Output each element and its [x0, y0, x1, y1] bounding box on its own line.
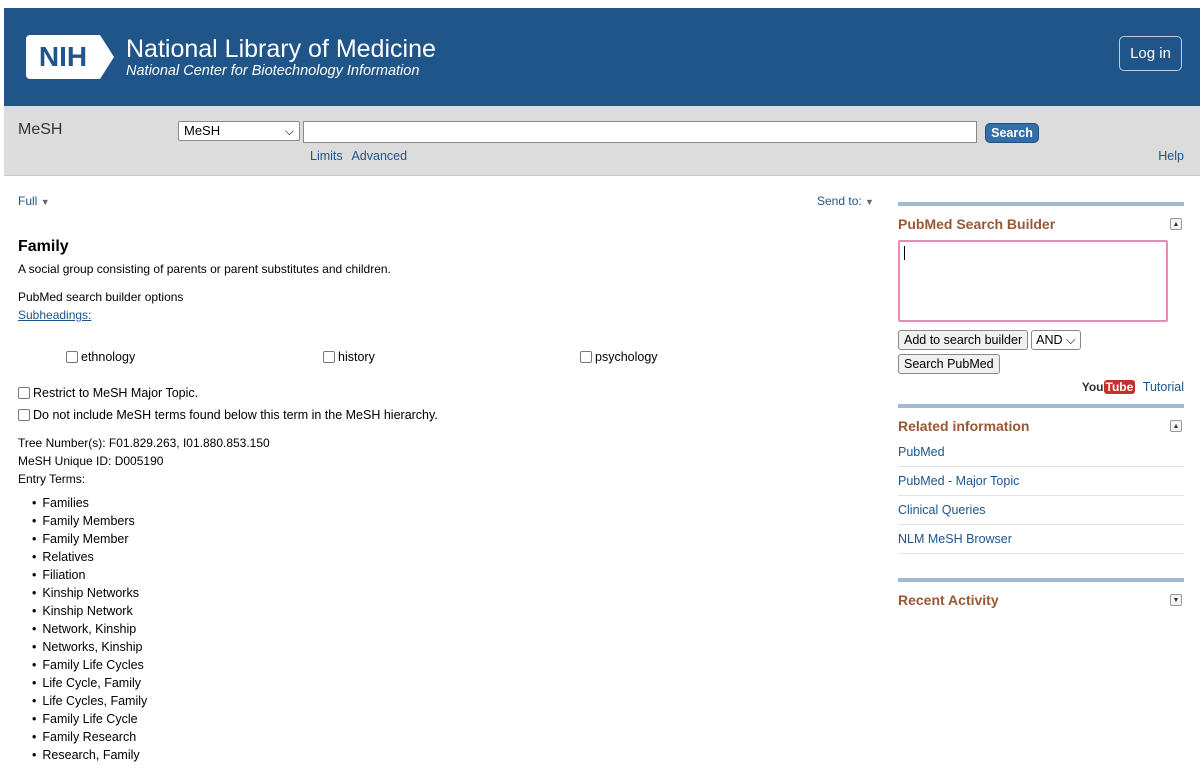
- related-link-major-topic[interactable]: PubMed - Major Topic: [898, 467, 1184, 496]
- search-bar: MeSH MeSH ⌵ Search Limits Advanced Help: [4, 106, 1200, 176]
- youtube-tutorial[interactable]: You Tube Tutorial: [898, 380, 1184, 394]
- site-subtitle: National Center for Biotechnology Inform…: [126, 62, 420, 79]
- restrict-major-option[interactable]: Restrict to MeSH Major Topic.: [18, 384, 878, 402]
- database-select[interactable]: MeSH ⌵: [178, 121, 300, 141]
- expand-icon[interactable]: ▼: [1170, 594, 1182, 606]
- mesh-record: Family A social group consisting of pare…: [18, 238, 878, 764]
- triangle-down-icon: ▼: [40, 197, 50, 207]
- collapse-icon[interactable]: ▲: [1170, 420, 1182, 432]
- page-shell: NIH National Library of Medicine Nationa…: [4, 8, 1200, 773]
- search-links: Limits Advanced: [310, 149, 413, 163]
- chevron-down-icon: ⌵: [1066, 333, 1076, 347]
- database-label: MeSH: [18, 121, 63, 138]
- checkbox[interactable]: [580, 351, 592, 363]
- list-item: Family Members: [32, 512, 878, 530]
- site-title: National Library of Medicine: [126, 34, 436, 63]
- list-item: Family Member: [32, 530, 878, 548]
- list-item: Life Cycles, Family: [32, 692, 878, 710]
- sidebar: PubMed Search Builder ▲ Add to search bu…: [898, 202, 1184, 612]
- format-dropdown[interactable]: Full ▼: [18, 194, 50, 208]
- search-pubmed-button[interactable]: Search PubMed: [898, 354, 1000, 374]
- list-item: Kinship Networks: [32, 584, 878, 602]
- recent-title: Recent Activity: [898, 592, 999, 608]
- nih-logo-arrow: [100, 35, 114, 79]
- builder-title: PubMed Search Builder: [898, 216, 1056, 232]
- triangle-down-icon: ▼: [865, 197, 874, 207]
- login-button[interactable]: Log in: [1119, 36, 1182, 71]
- list-item: Networks, Kinship: [32, 638, 878, 656]
- database-select-value: MeSH: [184, 123, 221, 138]
- related-link-clinical-queries[interactable]: Clinical Queries: [898, 496, 1184, 525]
- nih-logo-box: NIH: [26, 35, 100, 79]
- format-label: Full: [18, 194, 38, 208]
- scope-note: A social group consisting of parents or …: [18, 262, 391, 276]
- tutorial-link[interactable]: Tutorial: [1143, 380, 1184, 394]
- search-button[interactable]: Search: [985, 123, 1039, 143]
- search-builder-textarea[interactable]: [898, 240, 1168, 322]
- subheading-label: ethnology: [81, 350, 136, 364]
- send-to-label: Send to:: [817, 194, 862, 208]
- subheadings-link[interactable]: Subheadings:: [18, 306, 878, 324]
- list-item: Family Research: [32, 728, 878, 746]
- collapse-icon[interactable]: ▲: [1170, 218, 1182, 230]
- youtube-logo-tube: Tube: [1103, 380, 1136, 394]
- no-explode-checkbox[interactable]: [18, 409, 30, 421]
- list-item: Families: [32, 494, 878, 512]
- builder-actions: Add to search builder AND ⌵: [898, 330, 1184, 350]
- logo-text: National Library of Medicine National Ce…: [126, 35, 436, 80]
- related-portlet-header: Related information ▲: [898, 408, 1184, 438]
- entry-terms-label: Entry Terms:: [18, 472, 86, 486]
- builder-portlet-header: PubMed Search Builder ▲: [898, 206, 1184, 236]
- list-item: Filiation: [32, 566, 878, 584]
- operator-select[interactable]: AND ⌵: [1031, 330, 1081, 350]
- list-item: Kinship Network: [32, 602, 878, 620]
- subheading-psychology[interactable]: psychology: [580, 348, 658, 366]
- send-to-dropdown[interactable]: Send to: ▼: [817, 194, 874, 208]
- nlm-logo[interactable]: NIH National Library of Medicine Nationa…: [26, 30, 436, 84]
- related-link-mesh-browser[interactable]: NLM MeSH Browser: [898, 525, 1184, 554]
- text-caret: [904, 246, 905, 260]
- chevron-down-icon: ⌵: [284, 124, 294, 138]
- subheading-label: psychology: [595, 350, 658, 364]
- tree-numbers: Tree Number(s): F01.829.263, I01.880.853…: [18, 436, 270, 450]
- recent-portlet-header: Recent Activity ▼: [898, 582, 1184, 612]
- no-explode-label: Do not include MeSH terms found below th…: [33, 408, 438, 422]
- add-to-builder-button[interactable]: Add to search builder: [898, 330, 1029, 350]
- list-item: Family Life Cycle: [32, 710, 878, 728]
- site-header: NIH National Library of Medicine Nationa…: [4, 8, 1200, 106]
- related-link-pubmed[interactable]: PubMed: [898, 438, 1184, 467]
- search-pubmed-row: Search PubMed: [898, 354, 1184, 374]
- list-item: Relatives: [32, 548, 878, 566]
- restrict-major-checkbox[interactable]: [18, 387, 30, 399]
- help-link[interactable]: Help: [1158, 149, 1184, 163]
- builder-options-label: PubMed search builder options: [18, 290, 184, 304]
- advanced-link[interactable]: Advanced: [351, 149, 407, 163]
- checkbox[interactable]: [66, 351, 78, 363]
- record-title: Family: [18, 238, 69, 255]
- related-title: Related information: [898, 418, 1030, 434]
- limits-link[interactable]: Limits: [310, 149, 343, 163]
- checkbox[interactable]: [323, 351, 335, 363]
- restrict-major-label: Restrict to MeSH Major Topic.: [33, 386, 199, 400]
- list-item: Family Life Cycles: [32, 656, 878, 674]
- subheadings-list: ethnology history psychology: [18, 330, 878, 370]
- operator-value: AND: [1036, 333, 1063, 347]
- unique-id: MeSH Unique ID: D005190: [18, 454, 164, 468]
- list-item: Research, Family: [32, 746, 878, 764]
- list-item: Network, Kinship: [32, 620, 878, 638]
- nih-logo-text: NIH: [38, 41, 88, 72]
- subheading-history[interactable]: history: [323, 348, 375, 366]
- entry-terms-list: Families Family Members Family Member Re…: [32, 494, 878, 764]
- youtube-logo-you: You: [1081, 380, 1104, 394]
- search-input[interactable]: [303, 121, 977, 143]
- related-list: PubMed PubMed - Major Topic Clinical Que…: [898, 438, 1184, 554]
- no-explode-option[interactable]: Do not include MeSH terms found below th…: [18, 406, 878, 424]
- subheading-ethnology[interactable]: ethnology: [66, 348, 135, 366]
- list-item: Life Cycle, Family: [32, 674, 878, 692]
- subheading-label: history: [338, 350, 375, 364]
